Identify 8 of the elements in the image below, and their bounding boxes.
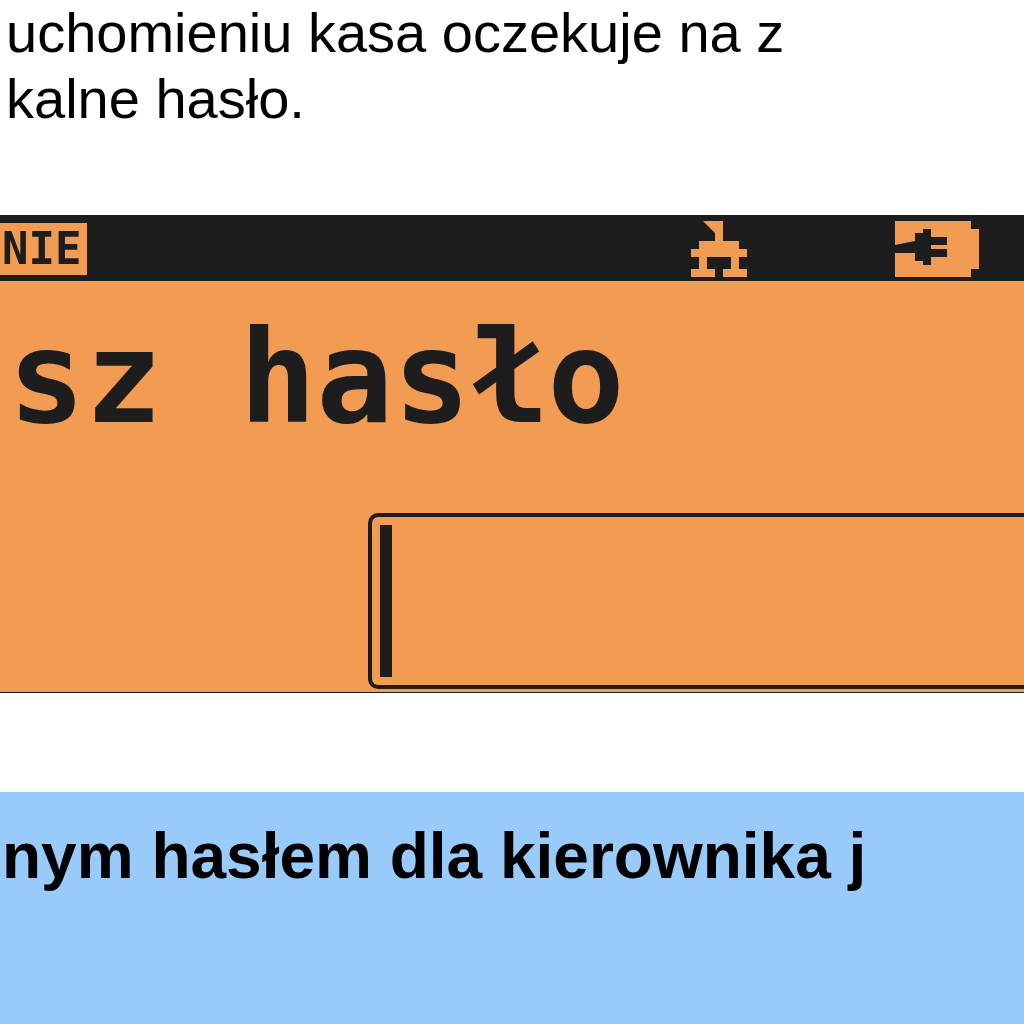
note-text: nym hasłem dla kierownika j [1,819,868,894]
status-badge: NIE [0,223,88,275]
prompt-title: sz hasło [7,303,626,453]
text-cursor-icon [380,525,392,677]
plug-icon [895,221,980,277]
paragraph-line: uchomieniu kasa oczekuje na z [6,0,786,66]
password-field[interactable] [368,513,1024,689]
paragraph-line: kalne hasło. [6,66,306,132]
